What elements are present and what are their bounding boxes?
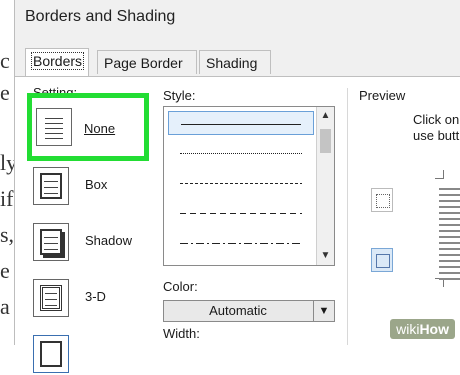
color-label: Color: — [163, 279, 198, 294]
preview-hint: Click on use butt — [413, 112, 460, 144]
setting-3d[interactable]: 3-D — [33, 279, 143, 319]
color-value: Automatic — [209, 303, 267, 318]
top-border-button[interactable] — [371, 188, 393, 212]
setting-box-label: Box — [85, 177, 108, 192]
background-text: c — [0, 48, 10, 73]
style-option-dashed-small[interactable] — [168, 171, 314, 195]
wikihow-watermark: wikiHow — [390, 319, 455, 339]
preview-label: Preview — [359, 88, 406, 103]
preview-hint-line2: use butt — [413, 128, 460, 143]
background-text: e — [0, 258, 10, 283]
style-option-solid[interactable] — [168, 111, 314, 135]
background-text: s, — [0, 222, 15, 247]
style-listbox[interactable]: ▲ ▼ — [163, 106, 335, 266]
width-label: Width: — [163, 326, 200, 341]
style-label: Style: — [163, 88, 196, 103]
border-custom-icon — [33, 335, 69, 373]
watermark-wiki: wiki — [396, 321, 420, 337]
preview-corner-mark — [443, 170, 444, 179]
setting-none-label: None — [84, 121, 116, 136]
setting-shadow[interactable]: Shadow — [33, 223, 143, 263]
dialog-title: Borders and Shading — [25, 8, 176, 25]
top-border-icon — [376, 194, 390, 208]
tab-shading[interactable]: Shading — [199, 50, 271, 74]
tab-page-border-label: Page Border — [104, 55, 183, 71]
setting-shadow-label: Shadow — [85, 233, 132, 248]
tab-borders-label: Borders — [30, 52, 85, 70]
border-none-icon — [36, 108, 72, 146]
preview-hint-line1: Click on — [413, 112, 460, 127]
border-3d-icon — [33, 279, 69, 317]
chevron-down-icon[interactable]: ▼ — [313, 301, 334, 321]
section-divider — [347, 88, 348, 345]
background-text: e — [0, 80, 10, 105]
scroll-up-icon[interactable]: ▲ — [317, 107, 334, 125]
scroll-thumb[interactable] — [320, 129, 331, 153]
tab-shading-label: Shading — [206, 55, 258, 71]
style-option-dashed[interactable] — [168, 201, 314, 225]
middle-border-button[interactable] — [371, 248, 393, 272]
setting-custom[interactable] — [33, 335, 143, 375]
border-box-icon — [33, 167, 69, 205]
style-option-dotted[interactable] — [168, 141, 314, 165]
setting-box[interactable]: Box — [33, 167, 143, 207]
style-option-dash-dot[interactable] — [168, 231, 314, 255]
watermark-how: How — [419, 321, 449, 337]
preview-page-sample — [439, 188, 460, 280]
scroll-down-icon[interactable]: ▼ — [317, 247, 334, 265]
setting-3d-label: 3-D — [85, 289, 106, 304]
background-text: if — [0, 186, 14, 211]
style-scrollbar[interactable]: ▲ ▼ — [316, 107, 334, 265]
middle-border-icon — [376, 254, 390, 268]
preview-corner-mark — [435, 178, 443, 179]
tab-borders[interactable]: Borders — [25, 48, 89, 78]
tab-page-border[interactable]: Page Border — [97, 50, 197, 74]
none-highlight[interactable]: None — [27, 93, 149, 161]
borders-and-shading-dialog: Borders and Shading Borders Page Border … — [14, 0, 460, 373]
background-text: a — [0, 294, 10, 319]
border-shadow-icon — [33, 223, 69, 261]
color-dropdown[interactable]: Automatic ▼ — [163, 300, 335, 322]
